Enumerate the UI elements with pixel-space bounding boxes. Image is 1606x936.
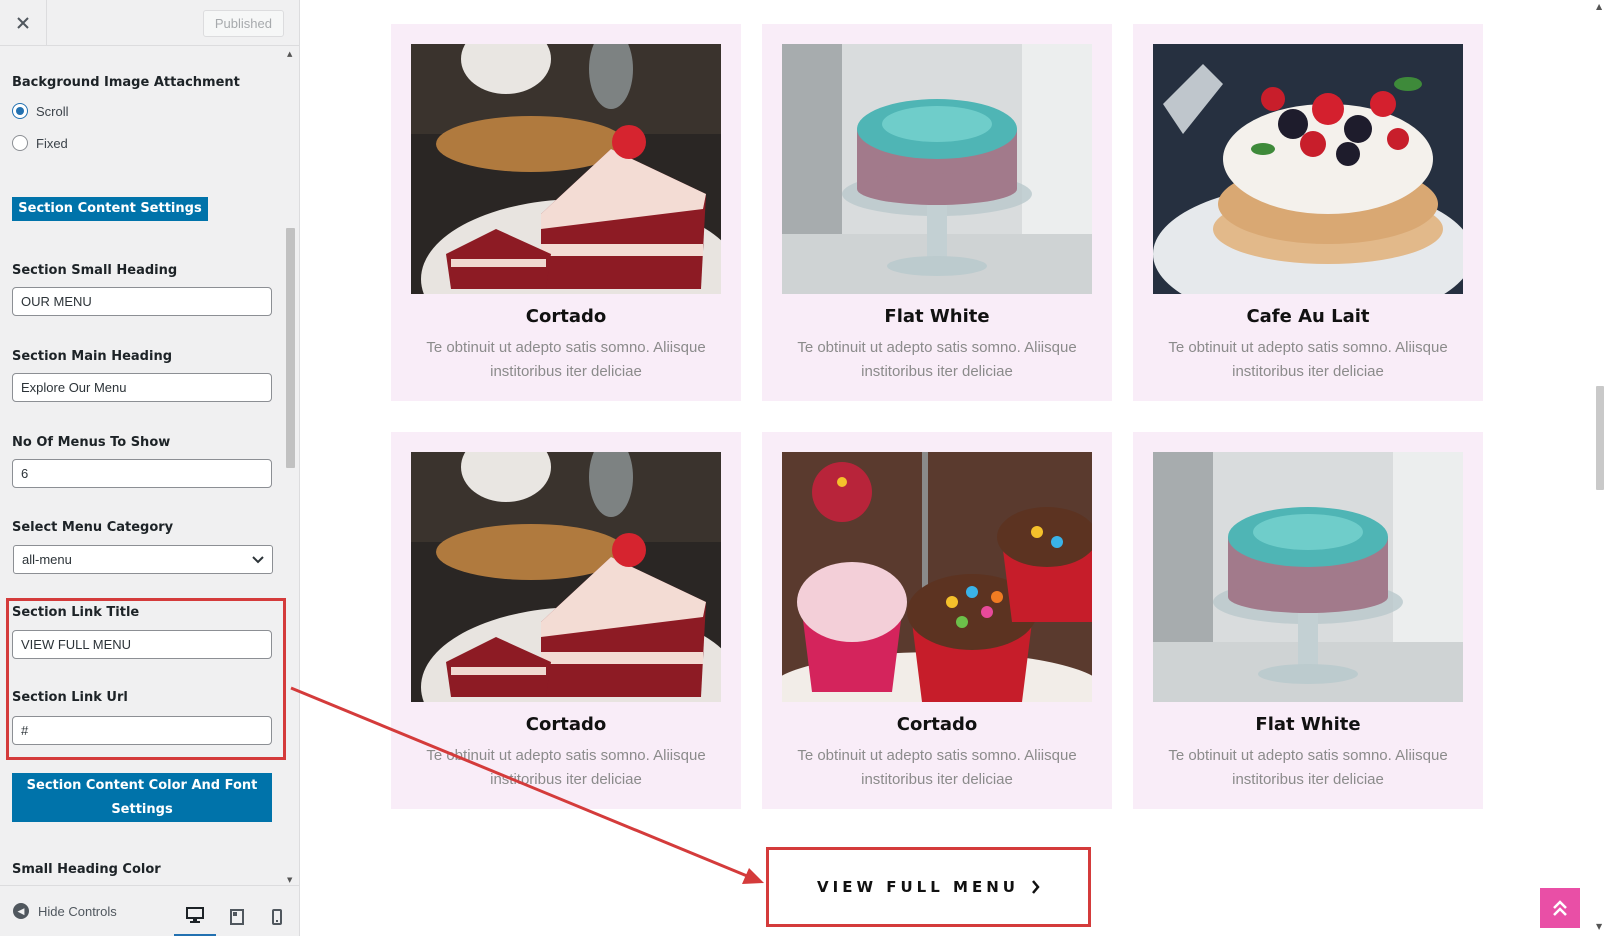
hide-controls-label: Hide Controls — [38, 903, 117, 919]
view-full-menu-label: VIEW FULL MENU — [817, 878, 1019, 896]
menu-card[interactable]: Flat White Te obtinuit ut adepto satis s… — [762, 24, 1112, 401]
menu-card-title: Flat White — [1255, 714, 1361, 735]
panel-header: Published — [0, 0, 299, 46]
radio-fixed[interactable]: Fixed — [12, 135, 68, 151]
menu-card-title: Cafe Au Lait — [1246, 306, 1370, 327]
menu-category-select[interactable]: all-menu — [13, 545, 273, 574]
link-title-label: Section Link Title — [12, 605, 140, 620]
radio-scroll-label: Scroll — [36, 103, 69, 119]
chevron-right-icon — [1031, 880, 1040, 894]
menu-category-label: Select Menu Category — [12, 520, 174, 535]
collapse-arrow-icon: ◀ — [13, 903, 29, 919]
close-button[interactable] — [0, 0, 47, 46]
radio-fixed-label: Fixed — [36, 135, 68, 151]
small-heading-label: Section Small Heading — [12, 263, 178, 278]
attachment-label: Background Image Attachment — [12, 75, 240, 90]
scroll-to-top-button[interactable] — [1540, 888, 1580, 928]
menus-count-label: No Of Menus To Show — [12, 435, 171, 450]
menu-card-image[interactable] — [411, 452, 721, 702]
menu-card-description: Te obtinuit ut adepto satis somno. Aliis… — [797, 339, 1077, 380]
section-content-settings-button[interactable]: Section Content Settings — [12, 197, 208, 221]
panel-scrollbar-thumb[interactable] — [286, 228, 295, 468]
menu-category-value: all-menu — [22, 552, 72, 567]
panel-scroll-down-icon[interactable]: ▼ — [287, 876, 292, 884]
hide-controls-button[interactable]: ◀ Hide Controls — [13, 903, 117, 919]
desktop-icon — [186, 907, 204, 923]
link-url-input[interactable]: # — [12, 716, 272, 745]
menu-card[interactable]: Flat White Te obtinuit ut adepto satis s… — [1133, 432, 1483, 809]
menu-card-image[interactable] — [782, 452, 1092, 702]
menu-card-description: Te obtinuit ut adepto satis somno. Aliis… — [1168, 339, 1448, 380]
site-preview: Cortado Te obtinuit ut adepto satis somn… — [300, 0, 1606, 936]
menu-card[interactable]: Cortado Te obtinuit ut adepto satis somn… — [391, 432, 741, 809]
menu-card-description: Te obtinuit ut adepto satis somno. Aliis… — [426, 747, 706, 788]
main-heading-input[interactable]: Explore Our Menu — [12, 373, 272, 402]
link-url-label: Section Link Url — [12, 690, 128, 705]
main-heading-label: Section Main Heading — [12, 349, 173, 364]
double-chevron-up-icon — [1553, 900, 1567, 916]
radio-button-unchecked[interactable] — [12, 135, 28, 151]
small-heading-input[interactable]: OUR MENU — [12, 287, 272, 316]
close-icon — [17, 17, 29, 29]
view-full-menu-button[interactable]: VIEW FULL MENU — [766, 847, 1091, 927]
menu-card[interactable]: Cortado Te obtinuit ut adepto satis somn… — [391, 24, 741, 401]
menu-card-image[interactable] — [411, 44, 721, 294]
preview-scrollbar-thumb[interactable] — [1596, 386, 1604, 490]
menu-card-image[interactable] — [1153, 44, 1463, 294]
scroll-up-icon[interactable]: ▲ — [1596, 2, 1602, 11]
menu-card-description: Te obtinuit ut adepto satis somno. Aliis… — [1168, 747, 1448, 788]
device-tablet-button[interactable] — [216, 896, 258, 936]
customizer-panel: Published ▲ ▼ Background Image Attachmen… — [0, 0, 300, 936]
menu-card-image[interactable] — [1153, 452, 1463, 702]
menu-card-image[interactable] — [782, 44, 1092, 294]
menu-card-title: Flat White — [884, 306, 990, 327]
device-desktop-button[interactable] — [174, 896, 216, 936]
menu-card[interactable]: Cafe Au Lait Te obtinuit ut adepto satis… — [1133, 24, 1483, 401]
chevron-down-icon — [252, 555, 264, 563]
link-title-input[interactable]: VIEW FULL MENU — [12, 630, 272, 659]
mobile-icon — [272, 908, 282, 925]
menu-card-description: Te obtinuit ut adepto satis somno. Aliis… — [797, 747, 1077, 788]
menu-card-description: Te obtinuit ut adepto satis somno. Aliis… — [426, 339, 706, 380]
color-font-settings-button[interactable]: Section Content Color And Font Settings — [12, 773, 272, 822]
radio-button-checked[interactable] — [12, 103, 28, 119]
preview-scrollbar[interactable]: ▲ ▼ — [1592, 0, 1606, 936]
device-mobile-button[interactable] — [256, 896, 298, 936]
radio-scroll[interactable]: Scroll — [12, 103, 69, 119]
scroll-down-icon[interactable]: ▼ — [1596, 922, 1602, 931]
panel-scroll-up-icon[interactable]: ▲ — [287, 50, 292, 58]
menus-count-input[interactable]: 6 — [12, 459, 272, 488]
publish-button[interactable]: Published — [202, 10, 284, 37]
menu-card[interactable]: Cortado Te obtinuit ut adepto satis somn… — [762, 432, 1112, 809]
menu-card-title: Cortado — [525, 714, 607, 735]
panel-footer: ◀ Hide Controls — [0, 885, 299, 936]
menu-card-title: Cortado — [896, 714, 978, 735]
small-heading-color-label: Small Heading Color — [12, 862, 161, 877]
tablet-icon — [230, 908, 244, 925]
menu-card-title: Cortado — [525, 306, 607, 327]
